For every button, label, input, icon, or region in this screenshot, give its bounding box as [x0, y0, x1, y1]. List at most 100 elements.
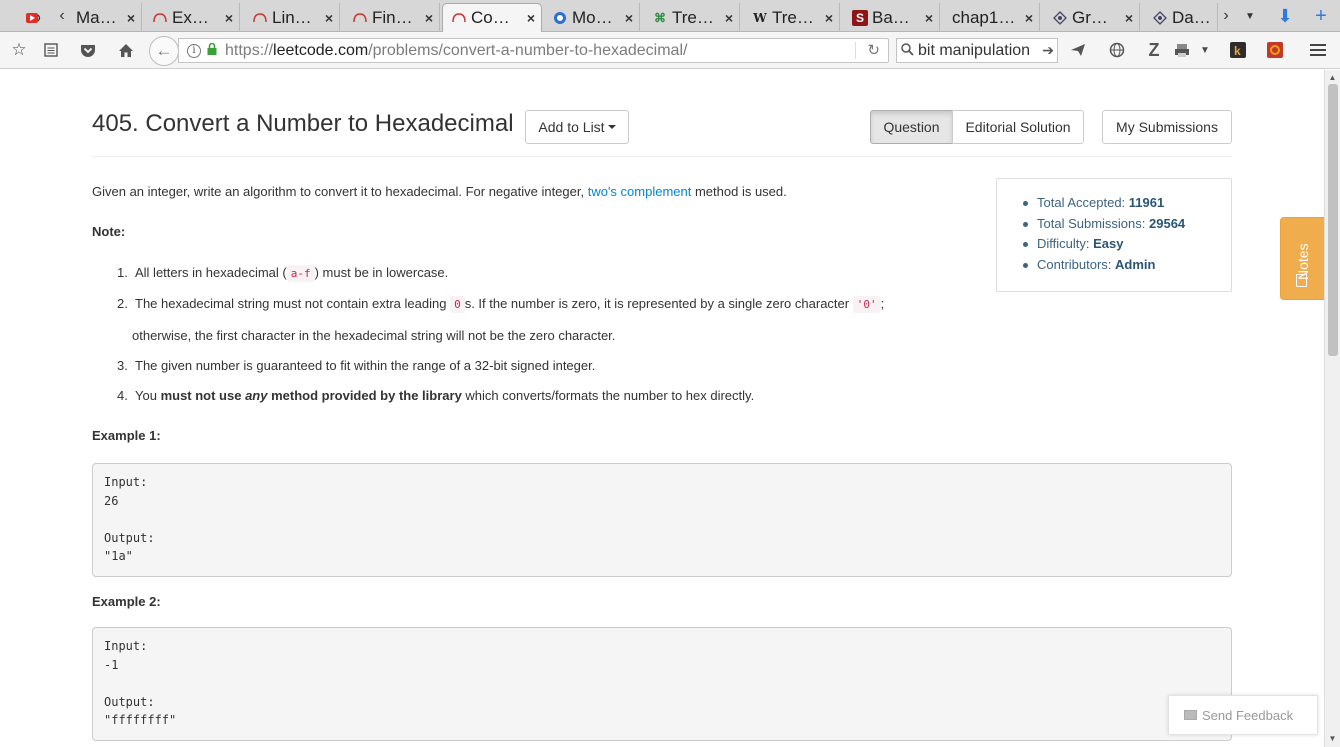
note-emphasis: any — [245, 388, 268, 403]
intro-text-end: method is used. — [691, 184, 787, 199]
note-heading: Note: — [92, 224, 126, 239]
stat-label: Total Accepted: — [1037, 195, 1129, 210]
my-submissions-button[interactable]: My Submissions — [1102, 110, 1232, 144]
note-item-1: 1. All letters in hexadecimal (a-f) must … — [114, 263, 448, 284]
vertical-scrollbar[interactable]: ▲ ▼ — [1324, 70, 1340, 747]
send-icon[interactable] — [1067, 40, 1089, 60]
search-bar[interactable]: bit manipulation ➔ — [896, 38, 1058, 63]
tab-11[interactable]: Gr… × — [1044, 3, 1140, 32]
close-icon[interactable]: × — [527, 10, 535, 26]
site-info-icon[interactable]: i — [187, 43, 201, 58]
scroll-down-icon[interactable]: ▼ — [1325, 733, 1340, 745]
envelope-icon — [1184, 710, 1197, 720]
close-icon[interactable]: × — [425, 10, 433, 26]
tab-title: Lin… — [272, 7, 312, 27]
send-feedback-button[interactable]: Send Feedback — [1168, 695, 1318, 735]
back-button[interactable]: ← — [149, 36, 179, 66]
close-icon[interactable]: × — [725, 10, 733, 26]
stat-label: Total Submissions: — [1037, 215, 1149, 231]
tab-3[interactable]: Lin… × — [244, 3, 340, 32]
stat-label: Contributors: — [1037, 256, 1116, 272]
stat-value: 29564 — [1149, 215, 1186, 231]
note-bold-text: must not use — [160, 388, 246, 403]
add-to-list-button[interactable]: Add to List — [525, 110, 629, 144]
reload-icon[interactable]: ↻ — [867, 41, 880, 59]
tab-9[interactable]: S Ba… × — [844, 3, 940, 32]
scroll-up-icon[interactable]: ▲ — [1325, 72, 1340, 84]
extension-k-icon[interactable]: k — [1227, 40, 1249, 60]
leetcode-icon — [451, 10, 467, 26]
twos-complement-link[interactable]: two's complement — [588, 184, 692, 199]
stat-value: Easy — [1093, 236, 1124, 251]
close-icon[interactable]: × — [225, 10, 233, 26]
stat-value: 11961 — [1128, 195, 1165, 210]
tab-title: Ex… — [172, 7, 209, 27]
extension-dropdown-icon[interactable]: ▼ — [1194, 40, 1216, 60]
close-icon[interactable]: × — [825, 10, 833, 26]
stat-total-accepted: Total Accepted: 11961 — [1023, 193, 1231, 214]
extension-printer-icon[interactable] — [1171, 40, 1193, 60]
lock-icon — [207, 42, 217, 58]
note-text: s. If the number is zero, it is represen… — [464, 296, 853, 311]
note-item-4: 4. You must not use any method provided b… — [114, 386, 754, 407]
close-icon[interactable]: × — [925, 10, 933, 26]
scrollbar-thumb[interactable] — [1328, 84, 1338, 356]
list-number: 3. — [117, 358, 128, 373]
tabs-scroll-right-icon[interactable]: › — [1216, 0, 1236, 32]
wikipedia-icon: W — [753, 10, 767, 25]
bookmark-star-icon[interactable]: ☆ — [8, 40, 30, 60]
diamond-icon — [1152, 10, 1168, 26]
page-content: 405. Convert a Number to Hexadecimal Add… — [0, 70, 1324, 747]
tab-7[interactable]: ⌘ Tre… × — [644, 3, 740, 32]
intro-paragraph: Given an integer, write an algorithm to … — [92, 182, 787, 203]
example-2-heading: Example 2: — [92, 594, 161, 609]
tab-title: Tre… — [772, 7, 814, 27]
close-icon[interactable]: × — [625, 10, 633, 26]
navigation-toolbar: ☆ ← i https://leetcode.com/problems/conv… — [0, 32, 1340, 69]
globe-icon — [552, 10, 568, 26]
url-scheme: https:// — [225, 41, 274, 59]
menu-hamburger-icon[interactable] — [1307, 40, 1329, 60]
tab-10[interactable]: chap1… × — [944, 3, 1040, 32]
tab-title: Mo… — [572, 7, 613, 27]
inline-code: a-f — [286, 265, 315, 282]
inline-code: '0' — [852, 296, 881, 313]
vpn-globe-icon[interactable] — [1106, 40, 1128, 60]
url-bar[interactable]: i https://leetcode.com/problems/convert-… — [178, 38, 889, 63]
home-icon[interactable] — [115, 40, 137, 60]
note-text: which converts/formats the number to hex… — [461, 388, 755, 403]
download-icon[interactable]: ⬇ — [1274, 0, 1296, 32]
send-feedback-label: Send Feedback — [1202, 707, 1294, 723]
search-go-icon[interactable]: ➔ — [1039, 42, 1057, 59]
tab-editorial-solution[interactable]: Editorial Solution — [952, 110, 1084, 144]
close-icon[interactable]: × — [325, 10, 333, 26]
tab-2[interactable]: Ex… × — [144, 3, 240, 32]
tab-12[interactable]: Da… — [1144, 3, 1218, 32]
title-divider — [92, 156, 1232, 157]
tab-8[interactable]: W Tre… × — [744, 3, 840, 32]
zotero-icon[interactable]: Z — [1143, 40, 1165, 60]
tab-5-active[interactable]: Co… × — [442, 3, 542, 32]
tab-1[interactable]: Ma… × — [68, 3, 142, 32]
example-1-codeblock: Input: 26 Output: "1a" — [92, 463, 1232, 577]
notes-side-tab[interactable]: Notes — [1280, 217, 1324, 300]
tab-list-dropdown-icon[interactable]: ▼ — [1240, 0, 1260, 32]
close-icon[interactable]: × — [127, 10, 135, 26]
search-query: bit manipulation — [918, 41, 1031, 59]
reader-view-icon[interactable] — [40, 40, 62, 60]
tab-question[interactable]: Question — [870, 110, 953, 144]
extension-ubuntu-icon[interactable] — [1264, 40, 1286, 60]
leetcode-icon — [352, 10, 368, 26]
tab-4[interactable]: Fin… × — [344, 3, 440, 32]
new-tab-icon[interactable]: + — [1310, 0, 1332, 32]
caret-down-icon — [607, 125, 616, 129]
pocket-icon[interactable] — [77, 40, 99, 60]
stat-contributors: Contributors: Admin — [1023, 255, 1231, 276]
tab-title: Fin… — [372, 7, 413, 27]
stat-total-submissions: Total Submissions: 29564 — [1023, 214, 1231, 235]
tab-6[interactable]: Mo… × — [544, 3, 640, 32]
close-icon[interactable]: × — [1125, 10, 1133, 26]
note-item-2: 2. The hexadecimal string must not contai… — [114, 294, 884, 315]
close-icon[interactable]: × — [1025, 10, 1033, 26]
tab-title: Ma… — [76, 7, 117, 27]
